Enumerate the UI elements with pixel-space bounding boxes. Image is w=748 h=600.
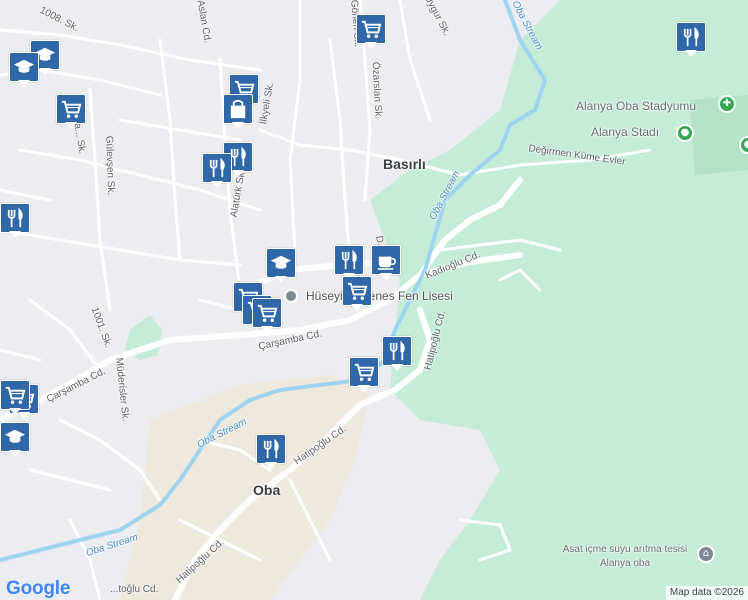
- map-marker-restaurant[interactable]: [382, 336, 412, 372]
- stadium-pin-icon[interactable]: ●: [676, 124, 694, 142]
- marker-box: [382, 336, 412, 366]
- marker-pointer: [351, 304, 363, 311]
- marker-box: [266, 248, 296, 278]
- shopping-cart-icon: [257, 304, 278, 322]
- shopping-cart-icon: [61, 100, 82, 118]
- marker-box: [252, 298, 282, 328]
- marker-box: [0, 380, 30, 410]
- map-marker-shopping-cart[interactable]: [252, 298, 282, 334]
- poi-label-plant[interactable]: Asat içme suyu arıtma tesisi Alanya oba: [555, 543, 695, 571]
- restaurant-icon: [7, 207, 23, 228]
- street-label-gulevsen: Gülevşen Sk.: [103, 135, 117, 196]
- marker-box: [0, 422, 30, 452]
- restaurant-icon: [209, 157, 225, 178]
- street-label-hatipoglu-3: ...toğlu Cd.: [110, 584, 159, 595]
- map-marker-shopping-cart[interactable]: [349, 357, 379, 393]
- facility-pin-icon[interactable]: ⌂: [697, 545, 715, 563]
- map-marker-coffee[interactable]: [371, 245, 401, 281]
- park-pin-icon[interactable]: ✚: [718, 95, 736, 113]
- google-logo: Google: [6, 578, 70, 600]
- marker-box: [371, 245, 401, 275]
- logo-text: Google: [6, 578, 71, 599]
- marker-box: [0, 203, 30, 233]
- map-data-attribution[interactable]: Map data ©2026: [665, 586, 748, 600]
- school-pin-icon[interactable]: [284, 289, 298, 303]
- shopping-cart-icon: [347, 282, 368, 300]
- marker-pointer: [232, 170, 244, 177]
- map-marker-shopping-cart[interactable]: [356, 14, 386, 50]
- place-label-oba: Oba: [253, 482, 281, 498]
- stadium-pin-icon-2[interactable]: ●: [739, 136, 748, 154]
- map-canvas[interactable]: Basırlı Oba Alanya Oba Stadyumu Alanya S…: [0, 0, 748, 600]
- marker-pointer: [261, 326, 273, 333]
- marker-pointer: [358, 385, 370, 392]
- map-marker-mortarboard[interactable]: [9, 52, 39, 88]
- marker-box: [342, 276, 372, 306]
- map-marker-restaurant[interactable]: [676, 22, 706, 58]
- map-marker-restaurant[interactable]: [256, 434, 286, 470]
- marker-box: [356, 14, 386, 44]
- restaurant-icon: [263, 438, 279, 459]
- mortarboard-icon: [4, 429, 26, 443]
- marker-box: [9, 52, 39, 82]
- map-marker-shopping-cart[interactable]: [342, 276, 372, 312]
- marker-box: [334, 245, 364, 275]
- map-marker-shopping-bag[interactable]: [223, 94, 253, 130]
- restaurant-icon: [389, 340, 405, 361]
- marker-box: [676, 22, 706, 52]
- place-label-basirli: Basırlı: [383, 156, 426, 172]
- map-marker-mortarboard[interactable]: [0, 422, 30, 458]
- shopping-cart-icon: [354, 363, 375, 381]
- map-marker-shopping-cart[interactable]: [0, 380, 30, 416]
- marker-box: [349, 357, 379, 387]
- marker-pointer: [9, 408, 21, 415]
- coffee-icon: [377, 256, 397, 270]
- map-marker-mortarboard[interactable]: [266, 248, 296, 284]
- restaurant-icon: [341, 249, 357, 270]
- marker-pointer: [211, 181, 223, 188]
- marker-pointer: [39, 68, 51, 75]
- map-marker-shopping-cart[interactable]: [56, 94, 86, 130]
- restaurant-icon: [683, 26, 699, 47]
- poi-label-stadium-2[interactable]: Alanya Stadı: [591, 125, 659, 139]
- shopping-cart-icon: [5, 386, 26, 404]
- marker-pointer: [685, 50, 697, 57]
- map-marker-restaurant[interactable]: [202, 153, 232, 189]
- mortarboard-icon: [270, 255, 292, 269]
- map-marker-restaurant[interactable]: [0, 203, 30, 239]
- marker-box: [256, 434, 286, 464]
- marker-box: [223, 94, 253, 124]
- marker-pointer: [365, 42, 377, 49]
- marker-pointer: [9, 450, 21, 457]
- marker-pointer: [380, 273, 392, 280]
- marker-pointer: [65, 122, 77, 129]
- marker-box: [56, 94, 86, 124]
- marker-box: [202, 153, 232, 183]
- mortarboard-icon: [13, 59, 35, 73]
- marker-pointer: [18, 80, 30, 87]
- marker-pointer: [275, 276, 287, 283]
- marker-pointer: [265, 462, 277, 469]
- shopping-bag-icon: [230, 99, 246, 119]
- poi-label-school[interactable]: Hüseyin Girenes Fen Lisesi: [306, 289, 453, 303]
- poi-label-stadium-1[interactable]: Alanya Oba Stadyumu: [576, 99, 696, 113]
- marker-pointer: [9, 231, 21, 238]
- marker-pointer: [391, 364, 403, 371]
- marker-pointer: [232, 122, 244, 129]
- shopping-cart-icon: [361, 20, 382, 38]
